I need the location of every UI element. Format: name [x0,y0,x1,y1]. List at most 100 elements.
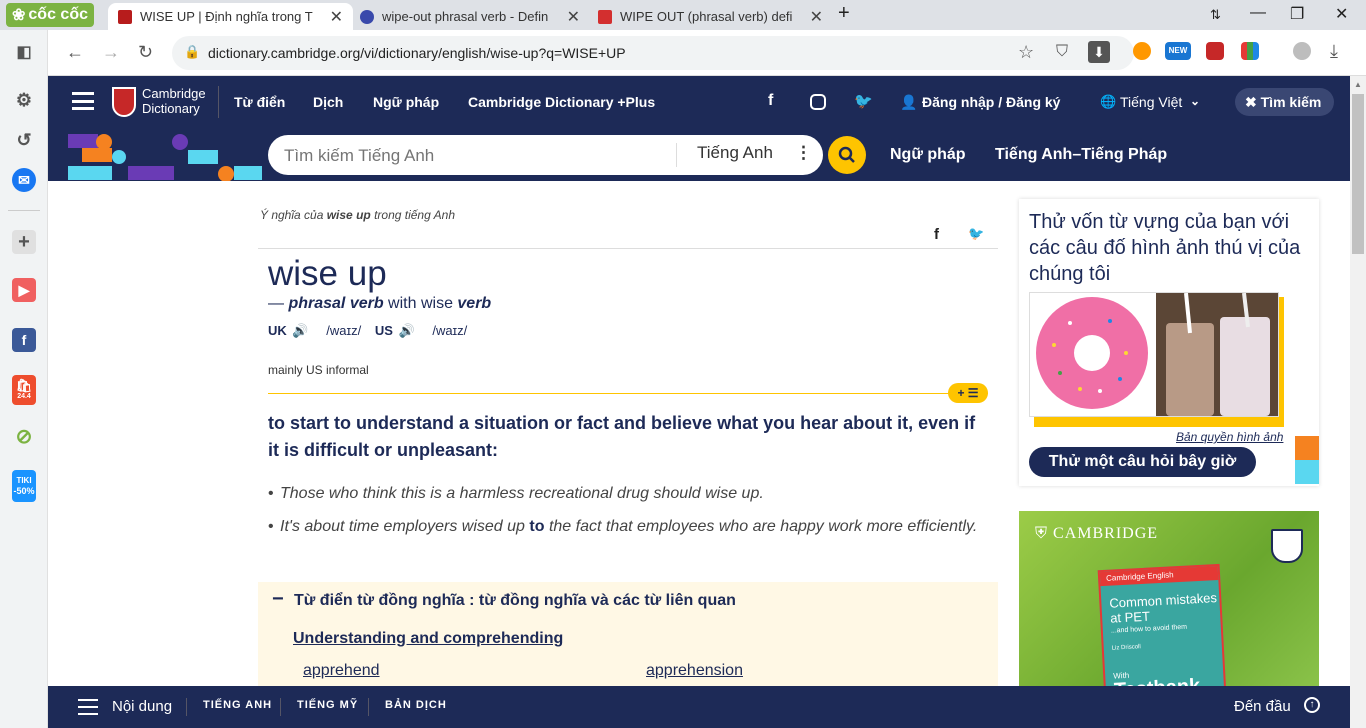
bottom-divider [368,698,369,716]
nav-translate[interactable]: Dịch [313,94,343,110]
book-author: Liz Driscoll [1111,644,1141,652]
close-window-icon[interactable]: ✕ [1335,4,1348,24]
bottom-link-translation[interactable]: BẢN DỊCH [385,699,447,711]
bottom-link-american[interactable]: TIẾNG MỸ [297,699,358,711]
tab-title: WISE UP | Định nghĩa trong T [140,9,313,24]
bookmark-star-icon[interactable]: ☆ [1018,42,1034,63]
shield-icon[interactable]: ⛉ [1056,43,1068,61]
url-text[interactable]: dictionary.cambridge.org/vi/dictionary/e… [208,45,626,61]
try-quiz-button[interactable]: Thử một câu hỏi bây giờ [1029,447,1256,477]
crumb-suffix: trong tiếng Anh [370,208,456,222]
tab-wise-up[interactable]: WISE UP | Định nghĩa trong T ✕ [108,3,353,30]
add-shortcut-icon[interactable]: + [12,230,36,254]
share-twitter-icon[interactable]: 🐦 [968,226,984,242]
cambridge-shield-icon [112,87,136,117]
login-link[interactable]: Đăng nhập / Đăng ký [922,94,1060,110]
us-audio-icon[interactable]: 🔊 [399,323,415,338]
scrollbar-thumb[interactable] [1352,94,1364,254]
language-select[interactable]: Tiếng Việt [1120,94,1182,110]
contents-link[interactable]: Nội dung [112,698,172,715]
scroll-up-arrow-icon[interactable]: ▲ [1354,80,1362,89]
sidebar-toggle-icon[interactable]: ◧ [12,40,36,64]
macmillan-favicon-icon [598,9,612,24]
hamburger-menu-icon[interactable] [72,92,94,110]
quiz-image[interactable] [1029,292,1279,417]
restore-icon[interactable]: ❐ [1290,4,1304,24]
share-facebook-icon[interactable]: f [934,226,939,243]
arrow-up-icon[interactable]: ↑ [1304,697,1320,713]
close-tab-icon[interactable]: ✕ [330,7,343,27]
messenger-icon[interactable]: ✉ [12,168,36,192]
search-toggle-button[interactable]: ✖ Tìm kiếm [1235,88,1334,116]
bottom-link-english[interactable]: TIẾNG ANH [203,699,272,711]
tab-wipe-out-oxford[interactable]: wipe-out phrasal verb - Defin ✕ [350,3,590,30]
user-icon: 👤 [900,94,918,110]
deco-block [188,150,218,164]
youtube-icon[interactable]: ▶ [12,278,36,302]
search-input[interactable] [284,146,664,166]
forward-arrow-icon[interactable]: → [102,42,120,63]
back-arrow-icon[interactable]: ← [66,42,84,63]
close-tab-icon[interactable]: ✕ [567,7,580,27]
book-subtitle: ...and how to avoid them [1110,623,1188,635]
profile-avatar[interactable] [1293,42,1311,60]
deco-block [128,166,174,180]
add-to-list-button[interactable]: + ☰ [948,383,988,403]
synonym-link[interactable]: apprehension [646,662,743,680]
uk-ipa: /waɪz/ [326,323,362,338]
tab-title: WIPE OUT (phrasal verb) defi [620,9,793,24]
pos-label[interactable]: phrasal verb [288,295,383,312]
twitter-icon[interactable]: 🐦 [854,92,873,110]
search-toggle-label: Tìm kiếm [1260,94,1322,110]
image-copyright-link[interactable]: Bản quyền hình ảnh [1176,430,1283,444]
browser-sidebar: ◧ ⚙ ↺ ✉ + ▶ f 🛍 24.4 ⊘ TIKI -50% [0,30,48,728]
image-quiz-card: Thử vốn từ vựng của bạn với các câu đố h… [1019,199,1319,486]
book-cover: Cambridge English Common mistakes at PET… [1097,563,1227,686]
chrome-ext-icon[interactable] [1133,42,1151,60]
facebook-icon[interactable]: f [12,328,36,352]
search-link-grammar[interactable]: Ngữ pháp [890,146,966,164]
page-scrollbar[interactable]: ▲ [1350,76,1366,728]
cambridge-logo-text[interactable]: Cambridge Dictionary [142,86,206,116]
thesaurus-title[interactable]: Từ điển từ đồng nghĩa : từ đồng nghĩa và… [294,592,736,610]
contents-menu-icon[interactable] [78,699,98,715]
reload-icon[interactable]: ↻ [138,42,153,63]
minimize-icon[interactable]: — [1250,4,1266,22]
pos-verb[interactable]: verb [457,295,491,312]
search-button[interactable] [828,136,866,174]
close-tab-icon[interactable]: ✕ [810,7,823,27]
search-language-select[interactable]: Tiếng Anh ⋮ [676,143,812,167]
collapse-icon[interactable]: − [272,588,284,611]
nav-grammar[interactable]: Ngữ pháp [373,94,439,110]
logo-line2: Dictionary [142,101,200,116]
deco-block [68,166,112,180]
nav-dictionary[interactable]: Từ điển [234,94,285,110]
tab-wipe-out-macmillan[interactable]: WIPE OUT (phrasal verb) defi ✕ [588,3,833,30]
coccoc-logo[interactable]: ❀ cốc cốc [6,3,94,27]
downloads-icon[interactable]: ⤓ [1330,41,1338,62]
address-bar[interactable]: 🔒 dictionary.cambridge.org/vi/dictionary… [172,36,1134,70]
pdf-ext-icon[interactable] [1206,42,1224,60]
history-icon[interactable]: ↺ [12,128,36,152]
new-ext-icon[interactable]: NEW [1165,42,1191,60]
coccoc-savior-icon[interactable]: ⊘ [12,424,36,448]
main-content: Ý nghĩa của wise up trong tiếng Anh f 🐦 … [48,181,1350,686]
uk-audio-icon[interactable]: 🔊 [292,323,308,338]
synonym-link[interactable]: apprehend [303,662,380,680]
example-sentence: Those who think this is a harmless recre… [268,482,988,505]
download-page-icon[interactable]: ⬇ [1088,41,1110,63]
facebook-icon[interactable]: f [768,92,773,110]
search-link-english-french[interactable]: Tiếng Anh–Tiếng Pháp [995,146,1167,164]
cambridge-english-ad[interactable]: ⛨ CAMBRIDGE Cambridge English Common mis… [1019,511,1319,686]
color-ext-icon[interactable] [1241,42,1259,60]
new-tab-plus-icon[interactable]: + [838,2,850,25]
instagram-icon[interactable] [810,94,826,110]
settings-gear-icon[interactable]: ⚙ [12,88,36,112]
tab-search-icon[interactable]: ⇅ [1210,7,1221,23]
thesaurus-heading[interactable]: Understanding and comprehending [293,630,563,648]
example-part: the fact that employees who are happy wo… [544,518,978,535]
tiki-icon[interactable]: TIKI -50% [12,470,36,502]
back-to-top-link[interactable]: Đến đầu [1234,698,1291,715]
nav-plus[interactable]: Cambridge Dictionary +Plus [468,94,655,110]
shopee-icon[interactable]: 🛍 24.4 [12,375,36,405]
